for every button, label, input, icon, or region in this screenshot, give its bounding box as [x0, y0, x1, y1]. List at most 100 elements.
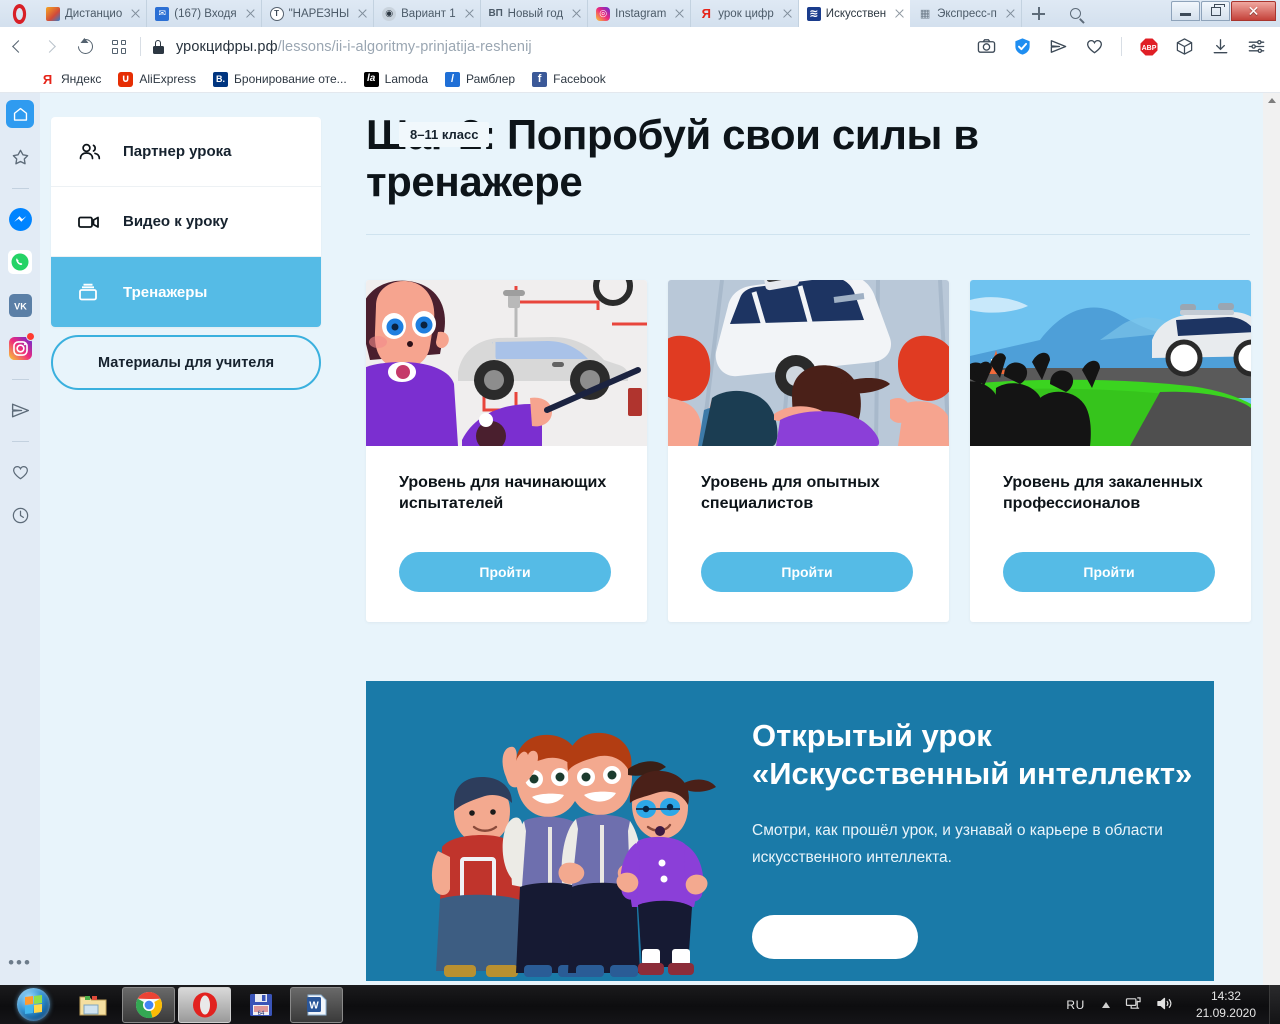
tab-close-icon[interactable] — [463, 7, 476, 20]
bookmark-item[interactable]: ∪ AliExpress — [118, 71, 196, 87]
bookmark-item[interactable]: f Facebook — [532, 71, 606, 87]
sidebar-divider — [11, 188, 29, 189]
scroll-up-arrow-icon[interactable] — [1268, 98, 1276, 103]
tab-title: Вариант 1 — [401, 7, 456, 20]
back-button[interactable] — [0, 27, 34, 66]
maximize-button[interactable] — [1201, 1, 1230, 21]
card-cta-button[interactable]: Пройти — [1003, 552, 1215, 593]
sidebar-messenger-icon[interactable] — [6, 205, 34, 233]
tab-close-icon[interactable] — [673, 7, 686, 20]
clock[interactable]: 14:32 21.09.2020 — [1196, 988, 1256, 1021]
sidebar-more-button[interactable]: ••• — [8, 953, 32, 973]
url-path: /lessons/ii-i-algoritmy-prinjatija-reshe… — [277, 38, 532, 55]
tab-close-icon[interactable] — [1004, 7, 1017, 20]
tab-close-icon[interactable] — [129, 7, 142, 20]
sidebar-telegram-icon[interactable] — [6, 396, 34, 424]
taskbar-items: 64 W — [66, 986, 343, 1023]
sidebar-heart-icon[interactable] — [6, 458, 34, 486]
taskbar-microsoft-word-icon[interactable]: W — [290, 986, 343, 1023]
language-indicator[interactable]: RU — [1066, 998, 1085, 1012]
sidebar-divider — [11, 441, 29, 442]
network-icon[interactable] — [1125, 996, 1142, 1014]
settings-sliders-icon[interactable] — [1247, 37, 1266, 56]
sidebar-item-partner[interactable]: Партнер урока — [51, 117, 321, 187]
taskbar-google-chrome-icon[interactable] — [122, 986, 175, 1023]
sidebar-item-video[interactable]: Видео к уроку — [51, 187, 321, 257]
bookmark-item[interactable]: B. Бронирование оте... — [213, 71, 347, 87]
browser-tab[interactable]: ВП Новый год — [481, 0, 589, 27]
tab-title: Instagram — [615, 7, 667, 20]
start-button[interactable] — [6, 986, 60, 1023]
tab-close-icon[interactable] — [356, 7, 369, 20]
banner-cta-button[interactable] — [752, 915, 918, 960]
card-cta-button[interactable]: Пройти — [701, 552, 913, 593]
cube-icon[interactable] — [1175, 37, 1194, 56]
adblock-icon[interactable]: ABP — [1139, 37, 1158, 56]
windows-taskbar: 64 W RU 14:32 21.09.2020 — [0, 985, 1280, 1024]
volume-icon[interactable] — [1156, 996, 1173, 1014]
trainer-card[interactable]: 5–7 класс Уровень для опытных специалист… — [399, 122, 949, 623]
open-lesson-banner[interactable]: Открытый урок «Искусственный интеллект» … — [366, 681, 1214, 982]
tab-favicon-vp-icon: ВП — [488, 8, 503, 19]
sidebar-home-icon[interactable] — [6, 100, 34, 128]
sidebar-history-clock-icon[interactable] — [6, 501, 34, 529]
bookmark-item[interactable]: la Lamoda — [363, 71, 429, 87]
browser-tab[interactable]: ◉ Вариант 1 — [374, 0, 481, 27]
forward-button[interactable] — [34, 27, 68, 66]
page-scrollbar[interactable] — [1263, 93, 1280, 985]
new-tab-button[interactable] — [1022, 0, 1056, 27]
send-icon[interactable] — [1049, 37, 1068, 56]
tab-close-icon[interactable] — [570, 7, 583, 20]
trainer-card[interactable]: 8–11 класс Уровень для закаленных профес… — [399, 122, 1251, 623]
sidebar-item-trainers[interactable]: Тренажеры — [51, 257, 321, 327]
taskbar-file-explorer-icon[interactable] — [66, 987, 119, 1023]
close-window-button[interactable]: ✕ — [1231, 1, 1276, 21]
show-desktop-button[interactable] — [1269, 985, 1280, 1024]
card-cta-button[interactable]: Пройти — [399, 552, 611, 593]
bookmark-item[interactable]: / Рамблер — [445, 71, 515, 87]
show-hidden-icons-arrow[interactable] — [1101, 1001, 1110, 1008]
browser-tab[interactable]: Дистанцио — [38, 0, 148, 27]
url-domain: урокцифры.рф — [176, 38, 278, 55]
trainer-card[interactable]: 1–4 класс Уровень для начинающих испытат… — [366, 122, 647, 623]
lock-icon[interactable] — [153, 39, 164, 54]
browser-tab[interactable]: ◎ Instagram — [588, 0, 692, 27]
tab-close-icon[interactable] — [781, 7, 794, 20]
svg-text:ABP: ABP — [1142, 45, 1157, 52]
url-input[interactable]: урокцифры.рф/lessons/ii-i-algoritmy-prin… — [164, 39, 977, 55]
tab-search-icon[interactable] — [1056, 0, 1096, 27]
bookmark-item[interactable]: Я Яндекс — [40, 71, 101, 87]
tab-close-icon[interactable] — [244, 7, 257, 20]
lesson-nav-card: Партнер урока Видео к уроку Тренажеры — [51, 117, 321, 327]
tab-favicon-zeta-icon: ≋ — [806, 6, 821, 21]
video-camera-icon — [77, 212, 107, 232]
teacher-materials-button[interactable]: Материалы для учителя — [51, 335, 321, 390]
browser-tab[interactable]: ✉ (167) Входя — [147, 0, 262, 27]
minimize-button[interactable] — [1171, 1, 1200, 21]
browser-tab[interactable]: ▦ Экспресс-п — [910, 0, 1022, 27]
shield-check-icon[interactable] — [1013, 37, 1032, 56]
card-body: Уровень для закаленных профессионалов Пр… — [970, 446, 1251, 622]
tab-close-icon[interactable] — [893, 7, 906, 20]
address-bar-icons: ABP — [977, 37, 1280, 56]
browser-tab[interactable]: T "НАРЕЗНЫ — [262, 0, 375, 27]
sidebar-instagram-icon[interactable] — [6, 332, 35, 362]
download-icon[interactable] — [1211, 37, 1230, 56]
banner-illustration-students — [366, 681, 756, 982]
reload-button[interactable] — [68, 27, 102, 66]
sidebar-bookmarks-star-icon[interactable] — [6, 143, 34, 171]
opera-sidebar: VK ••• — [0, 93, 40, 985]
camera-icon[interactable] — [977, 37, 996, 56]
card-illustration-crowd-road — [970, 280, 1251, 447]
browser-tab[interactable]: Я урок цифр — [691, 0, 799, 27]
taskbar-opera-icon[interactable] — [178, 986, 231, 1023]
speed-dial-button[interactable] — [102, 27, 136, 66]
bookmark-label: Lamoda — [384, 72, 429, 86]
facebook-icon: f — [532, 71, 548, 87]
card-title: Уровень для опытных специалистов — [701, 474, 880, 513]
browser-tab-active[interactable]: ≋ Искусствен — [798, 0, 911, 27]
sidebar-vk-icon[interactable]: VK — [6, 291, 34, 319]
heart-icon[interactable] — [1085, 37, 1104, 56]
taskbar-save-floppy-icon[interactable]: 64 — [234, 987, 287, 1023]
sidebar-whatsapp-icon[interactable] — [6, 248, 34, 276]
